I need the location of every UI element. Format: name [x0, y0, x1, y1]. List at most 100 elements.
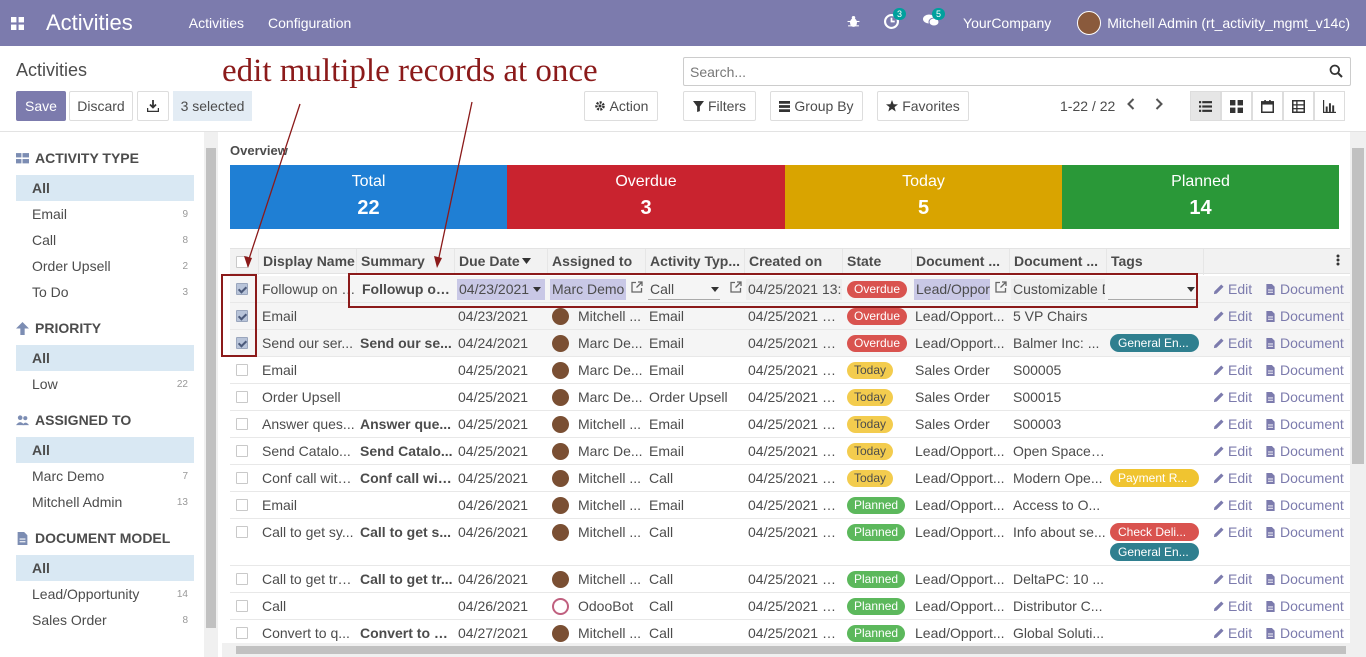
- company-switcher[interactable]: YourCompany: [963, 15, 1051, 31]
- header-due-date[interactable]: Due Date: [455, 249, 548, 275]
- filter-priority-all[interactable]: All: [16, 345, 194, 371]
- table-row[interactable]: Call to get tra... Call to get tr... 04/26…: [230, 566, 1350, 593]
- apps-menu-icon[interactable]: [0, 0, 34, 46]
- filter-activity-type-all[interactable]: All: [16, 175, 194, 201]
- row-checkbox[interactable]: [236, 499, 248, 511]
- header-state[interactable]: State: [843, 249, 912, 275]
- tag-badge[interactable]: General En...: [1110, 543, 1199, 561]
- pivot-view-icon[interactable]: [1283, 91, 1314, 121]
- document-button[interactable]: Document: [1265, 593, 1344, 619]
- pager-next-icon[interactable]: [1154, 97, 1164, 114]
- row-checkbox[interactable]: [236, 600, 248, 612]
- document-button[interactable]: Document: [1265, 384, 1344, 410]
- discard-button[interactable]: Discard: [69, 91, 133, 121]
- list-view-icon[interactable]: [1190, 91, 1221, 121]
- edit-button[interactable]: Edit: [1213, 566, 1252, 592]
- document-button[interactable]: Document: [1265, 411, 1344, 437]
- save-button[interactable]: Save: [16, 91, 66, 121]
- edit-button[interactable]: Edit: [1213, 593, 1252, 619]
- header-assigned-to[interactable]: Assigned to: [548, 249, 646, 275]
- document-button[interactable]: Document: [1265, 519, 1344, 545]
- activity-clock-icon[interactable]: 3: [884, 7, 907, 33]
- header-activity-type[interactable]: Activity Typ...: [646, 249, 745, 275]
- document-button[interactable]: Document: [1265, 330, 1344, 356]
- export-button[interactable]: [137, 91, 169, 121]
- filter-activity-type-email[interactable]: Email 9: [16, 201, 194, 227]
- select-all-checkbox[interactable]: [236, 256, 248, 268]
- edit-button[interactable]: Edit: [1213, 411, 1252, 437]
- edit-button[interactable]: Edit: [1213, 330, 1252, 356]
- document-button[interactable]: Document: [1265, 276, 1344, 302]
- row-checkbox[interactable]: [236, 391, 248, 403]
- tile-overdue[interactable]: Overdue 3: [507, 165, 785, 229]
- row-checkbox[interactable]: [236, 418, 248, 430]
- document-button[interactable]: Document: [1265, 566, 1344, 592]
- sidebar-scrollbar-thumb[interactable]: [206, 148, 216, 628]
- document-button[interactable]: Document: [1265, 303, 1344, 329]
- filter-assigned-all[interactable]: All: [16, 437, 194, 463]
- table-row[interactable]: Send Catalo... Send Catalo... 04/25/2021 Ma…: [230, 438, 1350, 465]
- edit-button[interactable]: Edit: [1213, 276, 1252, 302]
- header-display-name[interactable]: Display Name: [259, 249, 357, 275]
- search-icon[interactable]: [1329, 64, 1343, 78]
- header-tags[interactable]: Tags: [1107, 249, 1204, 275]
- table-row[interactable]: Email 04/25/2021 Marc De... Email 04/25/2021…: [230, 357, 1350, 384]
- row-checkbox[interactable]: [236, 526, 248, 538]
- table-row[interactable]: Answer ques... Answer que... 04/25/2021 Mit…: [230, 411, 1350, 438]
- debug-bug-icon[interactable]: [847, 15, 860, 32]
- kanban-view-icon[interactable]: [1221, 91, 1252, 121]
- tile-planned[interactable]: Planned 14: [1062, 165, 1339, 229]
- table-row[interactable]: Call to get sy... Call to get s... 04/26/2…: [230, 519, 1350, 566]
- messages-icon[interactable]: 5: [923, 8, 946, 32]
- pager-value[interactable]: 1-22 / 22: [1060, 98, 1115, 114]
- filter-document-sales-order[interactable]: Sales Order 8: [16, 607, 194, 633]
- document-button[interactable]: Document: [1265, 357, 1344, 383]
- filter-activity-type-call[interactable]: Call 8: [16, 227, 194, 253]
- user-menu[interactable]: Mitchell Admin (rt_activity_mgmt_v14c): [1077, 11, 1350, 35]
- search-input[interactable]: Search...: [683, 57, 1351, 86]
- header-document-name[interactable]: Document ...: [1010, 249, 1107, 275]
- filter-document-all[interactable]: All: [16, 555, 194, 581]
- list-horizontal-scrollbar-thumb[interactable]: [236, 646, 1346, 654]
- action-button[interactable]: Action: [584, 91, 658, 121]
- header-document-model[interactable]: Document ...: [912, 249, 1010, 275]
- optional-columns-icon[interactable]: [1336, 254, 1340, 269]
- document-button[interactable]: Document: [1265, 438, 1344, 464]
- tag-badge[interactable]: Payment R...: [1110, 469, 1199, 487]
- tag-badge[interactable]: General En...: [1110, 334, 1199, 352]
- edit-button[interactable]: Edit: [1213, 357, 1252, 383]
- app-title[interactable]: Activities: [46, 10, 133, 36]
- groupby-button[interactable]: Group By: [770, 91, 863, 121]
- document-button[interactable]: Document: [1265, 465, 1344, 491]
- edit-button[interactable]: Edit: [1213, 492, 1252, 518]
- pager-previous-icon[interactable]: [1126, 97, 1136, 114]
- filters-button[interactable]: Filters: [683, 91, 756, 121]
- edit-button[interactable]: Edit: [1213, 384, 1252, 410]
- list-vertical-scrollbar-thumb[interactable]: [1352, 148, 1364, 464]
- tile-total[interactable]: Total 22: [230, 165, 507, 229]
- row-checkbox[interactable]: [236, 472, 248, 484]
- row-checkbox[interactable]: [236, 364, 248, 376]
- calendar-view-icon[interactable]: [1252, 91, 1283, 121]
- filter-activity-type-order-upsell[interactable]: Order Upsell 2: [16, 253, 194, 279]
- table-row[interactable]: Order Upsell 04/25/2021 Marc De... Order Up…: [230, 384, 1350, 411]
- row-checkbox[interactable]: [236, 627, 248, 639]
- filter-document-lead[interactable]: Lead/Opportunity 14: [16, 581, 194, 607]
- favorites-button[interactable]: Favorites: [877, 91, 969, 121]
- document-button[interactable]: Document: [1265, 492, 1344, 518]
- graph-view-icon[interactable]: [1314, 91, 1345, 121]
- table-row[interactable]: Send our ser... Send our se... 04/24/2021 M…: [230, 330, 1350, 357]
- filter-assigned-marc-demo[interactable]: Marc Demo 7: [16, 463, 194, 489]
- filter-priority-low[interactable]: Low 22: [16, 371, 194, 397]
- menu-configuration[interactable]: Configuration: [268, 15, 351, 31]
- table-row[interactable]: Call 04/26/2021 OdooBot Call 04/25/2021 1...…: [230, 593, 1350, 620]
- cell-display-name[interactable]: Followup on the: [259, 276, 357, 302]
- filter-activity-type-todo[interactable]: To Do 3: [16, 279, 194, 305]
- header-select-all[interactable]: [230, 249, 259, 275]
- edit-button[interactable]: Edit: [1213, 519, 1252, 545]
- row-checkbox[interactable]: [236, 573, 248, 585]
- tag-badge[interactable]: Check Deli...: [1110, 523, 1199, 541]
- sort-desc-icon[interactable]: [522, 258, 531, 264]
- row-checkbox[interactable]: [236, 445, 248, 457]
- edit-button[interactable]: Edit: [1213, 465, 1252, 491]
